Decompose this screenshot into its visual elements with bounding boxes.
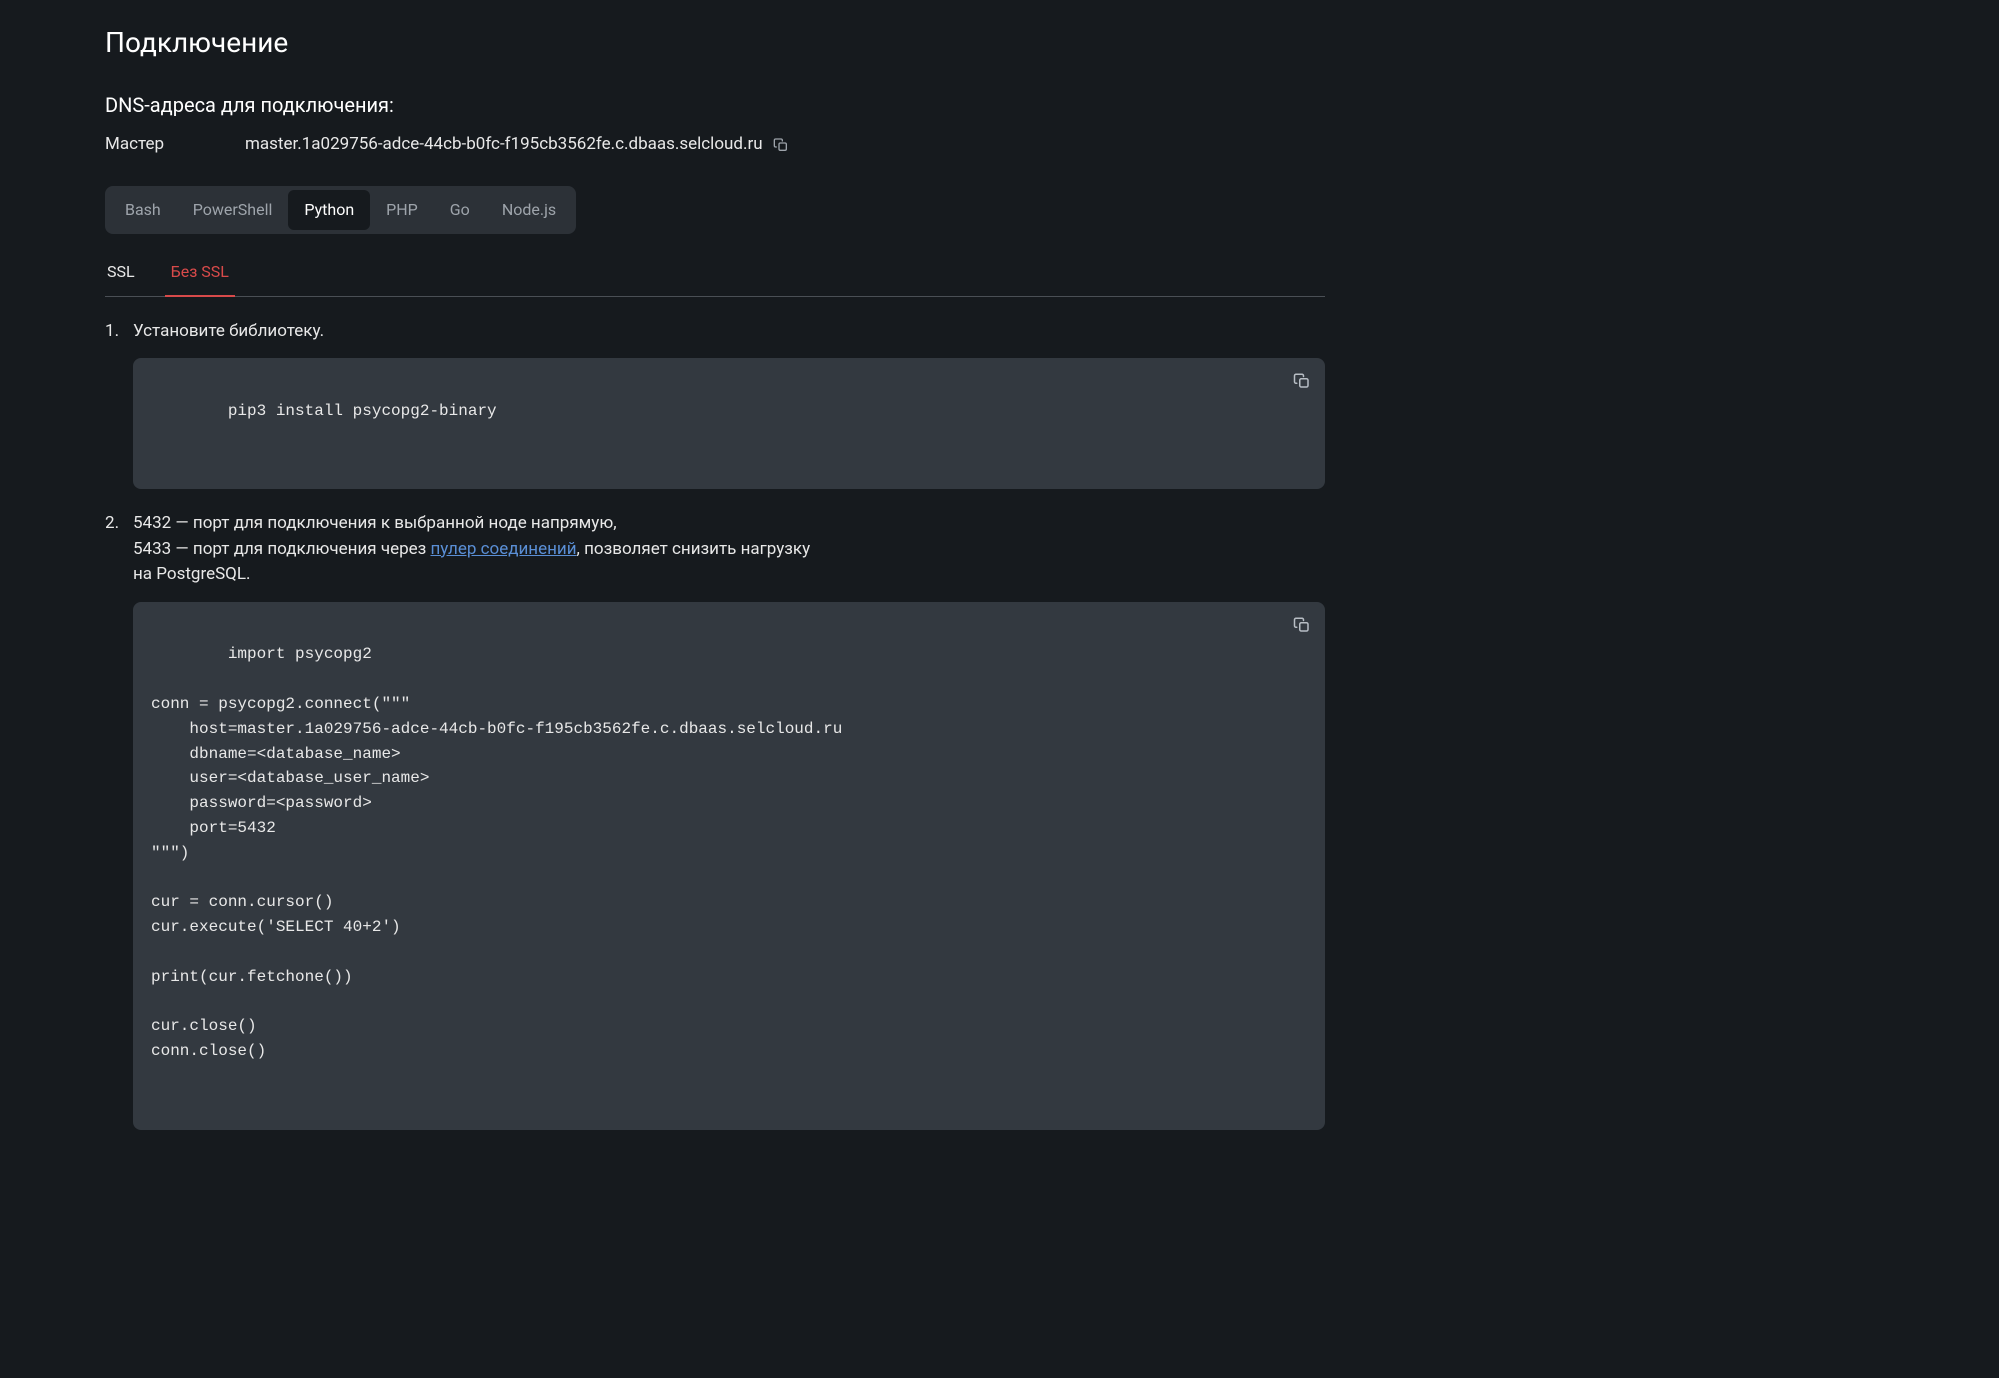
copy-icon[interactable]: [773, 137, 789, 153]
code-block-install: pip3 install psycopg2-binary: [133, 358, 1325, 489]
tab-no-ssl[interactable]: Без SSL: [169, 250, 231, 296]
tab-php[interactable]: PHP: [370, 190, 434, 230]
step-2-line2-prefix: 5433 — порт для подключения через: [133, 539, 431, 559]
code-content: import psycopg2 conn = psycopg2.connect(…: [151, 645, 842, 1060]
step-2-line3: на PostgreSQL.: [133, 564, 251, 584]
tab-go[interactable]: Go: [434, 190, 486, 230]
step-2: 5432 — порт для подключения к выбранной …: [105, 511, 1325, 1129]
dns-label: Мастер: [105, 132, 245, 158]
tab-bash[interactable]: Bash: [109, 190, 177, 230]
tab-nodejs[interactable]: Node.js: [486, 190, 572, 230]
dns-row: Мастер master.1a029756-adce-44cb-b0fc-f1…: [105, 132, 1325, 158]
steps-list: Установите библиотеку. pip3 install psyc…: [105, 319, 1325, 1130]
step-1: Установите библиотеку. pip3 install psyc…: [105, 319, 1325, 490]
ssl-tabs: SSL Без SSL: [105, 250, 1325, 297]
page-title: Подключение: [105, 22, 1325, 64]
tab-python[interactable]: Python: [288, 190, 370, 230]
code-content: pip3 install psycopg2-binary: [228, 402, 497, 420]
step-1-text: Установите библиотеку.: [133, 319, 1325, 345]
step-2-text: 5432 — порт для подключения к выбранной …: [133, 511, 1325, 588]
pooler-link[interactable]: пулер соединений: [431, 539, 577, 559]
code-block-connect: import psycopg2 conn = psycopg2.connect(…: [133, 602, 1325, 1130]
tab-ssl[interactable]: SSL: [105, 250, 137, 296]
step-2-line1: 5432 — порт для подключения к выбранной …: [133, 513, 617, 533]
dns-value: master.1a029756-adce-44cb-b0fc-f195cb356…: [245, 132, 763, 158]
step-2-line2-suffix: , позволяет снизить нагрузку: [577, 539, 811, 559]
language-tabs: Bash PowerShell Python PHP Go Node.js: [105, 186, 576, 234]
copy-icon[interactable]: [1293, 616, 1311, 634]
dns-heading: DNS-адреса для подключения:: [105, 90, 1325, 120]
copy-icon[interactable]: [1293, 372, 1311, 390]
tab-powershell[interactable]: PowerShell: [177, 190, 289, 230]
